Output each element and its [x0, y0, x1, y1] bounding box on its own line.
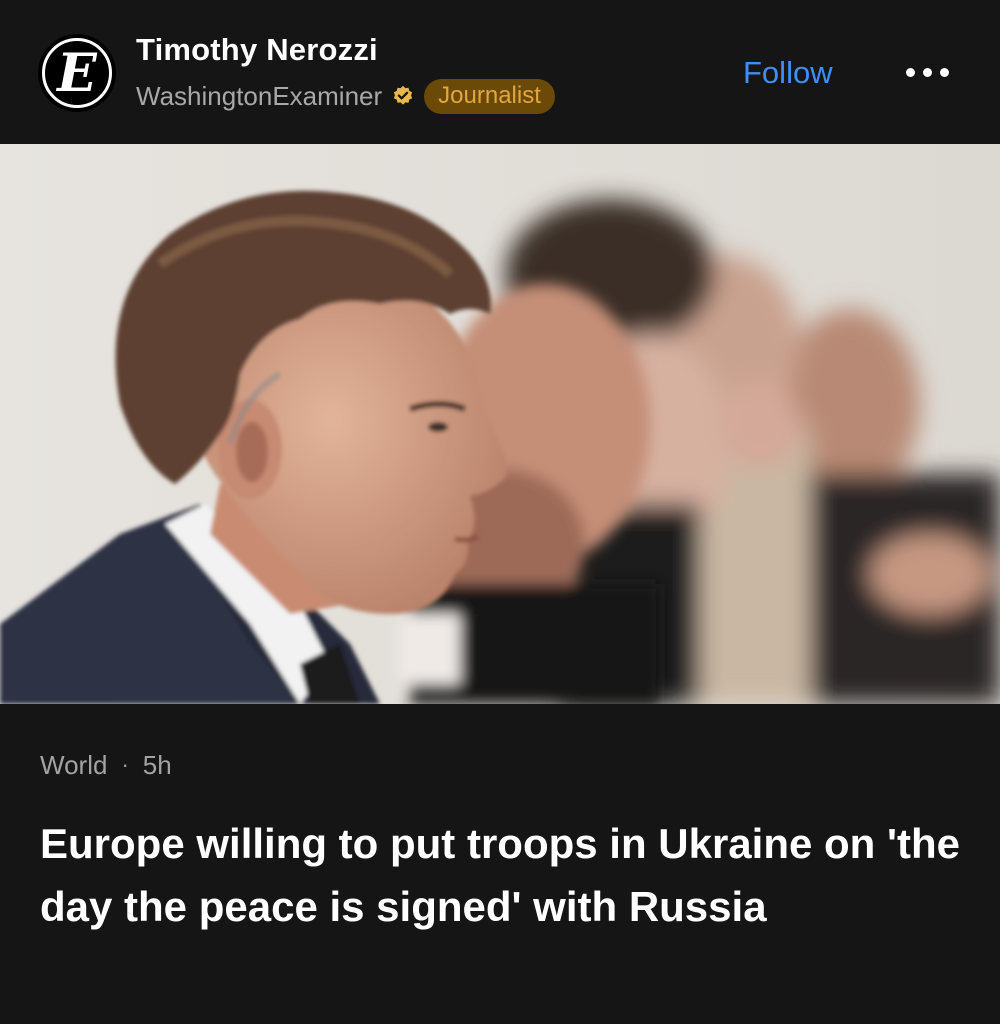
publisher-name[interactable]: WashingtonExaminer	[136, 81, 382, 112]
more-dot	[923, 67, 932, 77]
article-meta: World · 5h	[40, 748, 172, 782]
post-header: E Timothy Nerozzi WashingtonExaminer Jou…	[0, 0, 1000, 144]
more-dot	[906, 67, 915, 77]
author-meta: WashingtonExaminer Journalist	[136, 78, 555, 114]
publisher-avatar[interactable]: E	[38, 34, 116, 112]
article-age: 5h	[142, 749, 172, 780]
more-options-icon[interactable]	[906, 64, 956, 80]
publisher-logo-letter: E	[57, 43, 97, 104]
article-headline[interactable]: Europe willing to put troops in Ukraine …	[40, 812, 960, 938]
meta-separator: ·	[121, 752, 129, 777]
article-category[interactable]: World	[40, 750, 107, 781]
author-name[interactable]: Timothy Nerozzi	[136, 32, 378, 68]
article-photo[interactable]	[0, 144, 1000, 704]
more-dot	[940, 67, 949, 77]
follow-button[interactable]: Follow	[743, 55, 833, 91]
verified-badge-icon	[393, 85, 413, 105]
journalist-badge: Journalist	[424, 78, 555, 114]
photo-illustration	[0, 144, 1000, 704]
